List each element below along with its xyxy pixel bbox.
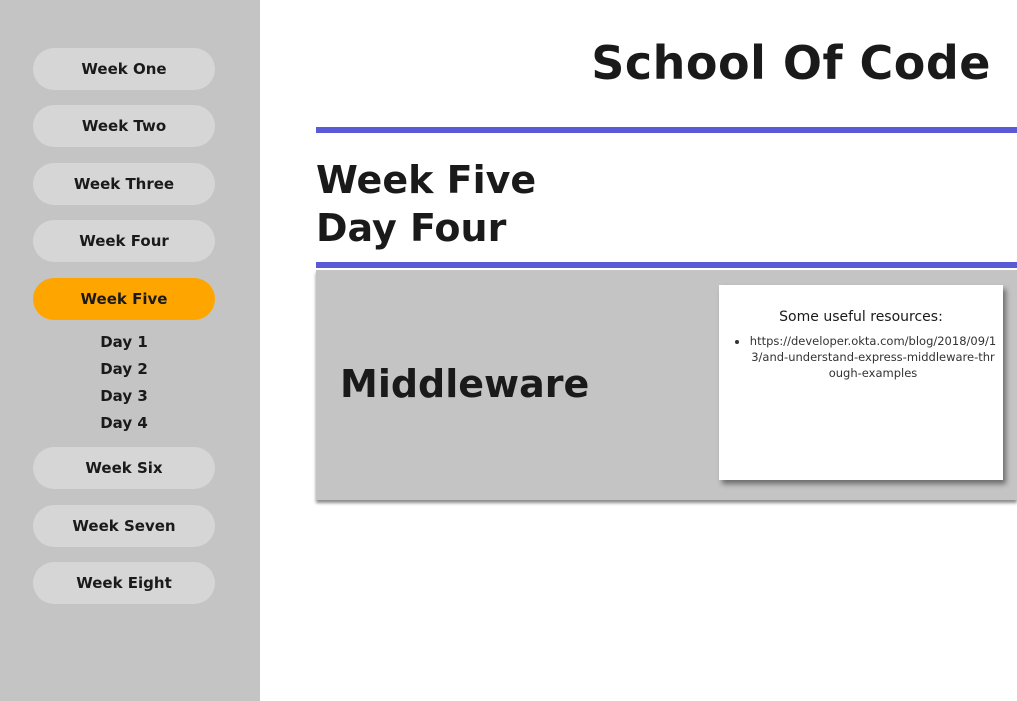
nav-week-seven-button[interactable]: Week Seven bbox=[33, 505, 215, 547]
resources-card: Some useful resources: https://developer… bbox=[719, 285, 1003, 480]
day-heading: Day Four bbox=[316, 206, 507, 250]
day-2-link[interactable]: Day 2 bbox=[33, 356, 215, 383]
day-4-link[interactable]: Day 4 bbox=[33, 410, 215, 437]
day-1-link[interactable]: Day 1 bbox=[33, 329, 215, 356]
heading-divider bbox=[316, 262, 1017, 268]
resources-heading: Some useful resources: bbox=[779, 309, 943, 325]
resources-list: https://developer.okta.com/blog/2018/09/… bbox=[719, 333, 1003, 381]
nav-week-three-button[interactable]: Week Three bbox=[33, 163, 215, 205]
nav-week-two-button[interactable]: Week Two bbox=[33, 105, 215, 147]
resource-link[interactable]: https://developer.okta.com/blog/2018/09/… bbox=[750, 334, 996, 380]
site-title: School Of Code bbox=[591, 36, 991, 90]
day-list: Day 1 Day 2 Day 3 Day 4 bbox=[33, 329, 215, 437]
day-3-link[interactable]: Day 3 bbox=[33, 383, 215, 410]
week-heading: Week Five bbox=[316, 158, 537, 202]
nav-week-eight-button[interactable]: Week Eight bbox=[33, 562, 215, 604]
sidebar: Week One Week Two Week Three Week Four W… bbox=[0, 0, 260, 701]
resource-list-item: https://developer.okta.com/blog/2018/09/… bbox=[749, 333, 997, 381]
nav-week-six-button[interactable]: Week Six bbox=[33, 447, 215, 489]
nav-week-one-button[interactable]: Week One bbox=[33, 48, 215, 90]
page-heading: Week Five Day Four bbox=[316, 156, 536, 252]
topic-panel: Middleware Some useful resources: https:… bbox=[316, 270, 1017, 500]
topic-title: Middleware bbox=[340, 362, 590, 406]
top-divider bbox=[316, 127, 1017, 133]
nav-week-four-button[interactable]: Week Four bbox=[33, 220, 215, 262]
nav-week-five-button[interactable]: Week Five bbox=[33, 278, 215, 320]
